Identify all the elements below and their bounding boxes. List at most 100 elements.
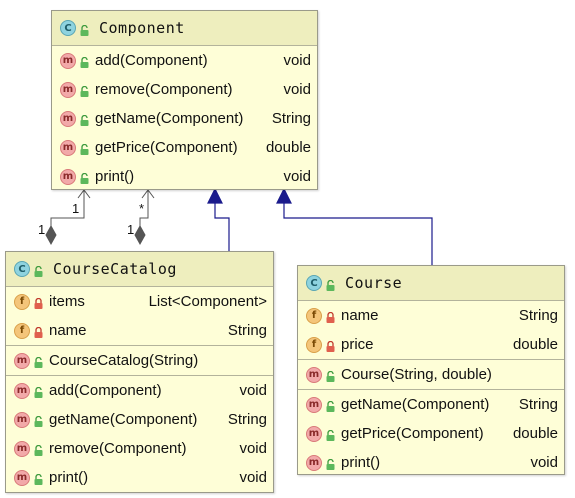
aggregation-link-a xyxy=(45,189,91,246)
return-type: void xyxy=(283,52,311,69)
unlock-icon xyxy=(326,369,335,382)
field-f-icon: f xyxy=(14,293,30,310)
field-f-icon: f xyxy=(306,307,322,324)
field-name: price xyxy=(341,336,374,353)
method-row[interactable]: m getName(Component) String xyxy=(298,390,564,419)
unlock-icon xyxy=(80,113,89,126)
method-signature: Course(String, double) xyxy=(341,366,492,383)
unlock-icon xyxy=(326,457,335,470)
method-signature: print() xyxy=(49,469,89,486)
return-type: String xyxy=(271,110,311,127)
unlock-icon xyxy=(80,23,89,36)
unlock-icon xyxy=(34,443,43,456)
method-m-icon: m xyxy=(14,382,30,399)
return-type: void xyxy=(239,440,267,457)
field-name: items xyxy=(49,293,85,310)
method-signature: getName(Component) xyxy=(49,411,198,428)
method-signature: getName(Component) xyxy=(95,110,244,127)
class-header[interactable]: C Component xyxy=(52,11,317,46)
method-signature: print() xyxy=(95,168,135,185)
class-header[interactable]: C Course xyxy=(298,266,564,301)
unlock-icon xyxy=(326,278,335,291)
return-type: double xyxy=(265,139,311,156)
class-c-icon: C xyxy=(60,20,76,36)
method-row[interactable]: m print() void xyxy=(6,463,273,492)
unlock-icon xyxy=(34,385,43,398)
method-row[interactable]: m getPrice(Component) double xyxy=(52,133,317,162)
class-header[interactable]: C CourseCatalog xyxy=(6,252,273,287)
method-row[interactable]: m getName(Component) String xyxy=(52,104,317,133)
method-signature: CourseCatalog(String) xyxy=(49,352,199,369)
lock-icon xyxy=(34,325,43,338)
unlock-icon xyxy=(80,142,89,155)
unlock-icon xyxy=(34,414,43,427)
field-type: String xyxy=(518,307,558,324)
return-type: void xyxy=(283,81,311,98)
return-type: void xyxy=(239,469,267,486)
class-component[interactable]: C Component m add(Component) void m remove(Com… xyxy=(51,10,318,190)
return-type: void xyxy=(283,168,311,185)
method-m-icon: m xyxy=(306,366,322,383)
method-row[interactable]: m print() void xyxy=(298,448,564,477)
return-type: void xyxy=(530,454,558,471)
field-row[interactable]: f name String xyxy=(298,301,564,330)
method-row[interactable]: m CourseCatalog(String) xyxy=(6,346,273,375)
unlock-icon xyxy=(80,84,89,97)
method-m-icon: m xyxy=(60,81,76,98)
method-signature: remove(Component) xyxy=(95,81,233,98)
class-c-icon: C xyxy=(306,275,322,291)
field-row[interactable]: f price double xyxy=(298,330,564,359)
lock-icon xyxy=(34,296,43,309)
unlock-icon xyxy=(326,399,335,412)
method-row[interactable]: m Course(String, double) xyxy=(298,360,564,389)
section-constructors: m CourseCatalog(String) xyxy=(6,346,273,376)
method-row[interactable]: m remove(Component) void xyxy=(52,75,317,104)
field-type: String xyxy=(227,322,267,339)
inheritance-link-catalog xyxy=(207,187,230,252)
method-row[interactable]: m getPrice(Component) double xyxy=(298,419,564,448)
method-m-icon: m xyxy=(306,425,322,442)
method-row[interactable]: m add(Component) void xyxy=(52,46,317,75)
class-course[interactable]: C Course f name String f price double m Course(St… xyxy=(297,265,565,475)
field-row[interactable]: f items List<Component> xyxy=(6,287,273,316)
class-coursecatalog[interactable]: C CourseCatalog f items List<Component> f name… xyxy=(5,251,274,493)
multiplicity-b-target: * xyxy=(139,201,145,216)
method-row[interactable]: m add(Component) void xyxy=(6,376,273,405)
method-m-icon: m xyxy=(14,352,30,369)
field-f-icon: f xyxy=(14,322,30,339)
field-f-icon: f xyxy=(306,336,322,353)
field-row[interactable]: f name String xyxy=(6,316,273,345)
method-m-icon: m xyxy=(14,469,30,486)
unlock-icon xyxy=(80,55,89,68)
method-signature: getPrice(Component) xyxy=(341,425,484,442)
method-row[interactable]: m print() void xyxy=(52,162,317,191)
multiplicity-a-target: 1 xyxy=(72,201,80,216)
method-m-icon: m xyxy=(60,110,76,127)
field-type: List<Component> xyxy=(148,293,267,310)
method-signature: getName(Component) xyxy=(341,396,490,413)
method-m-icon: m xyxy=(306,396,322,413)
lock-icon xyxy=(326,339,335,352)
section-fields: f name String f price double xyxy=(298,301,564,360)
method-signature: getPrice(Component) xyxy=(95,139,238,156)
unlock-icon xyxy=(326,428,335,441)
multiplicity-a-source: 1 xyxy=(38,222,46,237)
return-type: void xyxy=(239,382,267,399)
unlock-icon xyxy=(34,264,43,277)
method-signature: add(Component) xyxy=(95,52,208,69)
method-m-icon: m xyxy=(60,139,76,156)
class-name: CourseCatalog xyxy=(53,260,177,278)
method-row[interactable]: m getName(Component) String xyxy=(6,405,273,434)
method-signature: add(Component) xyxy=(49,382,162,399)
section-constructors: m Course(String, double) xyxy=(298,360,564,390)
section-methods: m add(Component) void m remove(Component) voi… xyxy=(52,46,317,191)
method-row[interactable]: m remove(Component) void xyxy=(6,434,273,463)
unlock-icon xyxy=(34,472,43,485)
return-type: double xyxy=(512,425,558,442)
field-name: name xyxy=(49,322,87,339)
section-fields: f items List<Component> f name String xyxy=(6,287,273,346)
method-m-icon: m xyxy=(60,52,76,69)
inheritance-link-course xyxy=(276,187,433,265)
lock-icon xyxy=(326,310,335,323)
class-c-icon: C xyxy=(14,261,30,277)
